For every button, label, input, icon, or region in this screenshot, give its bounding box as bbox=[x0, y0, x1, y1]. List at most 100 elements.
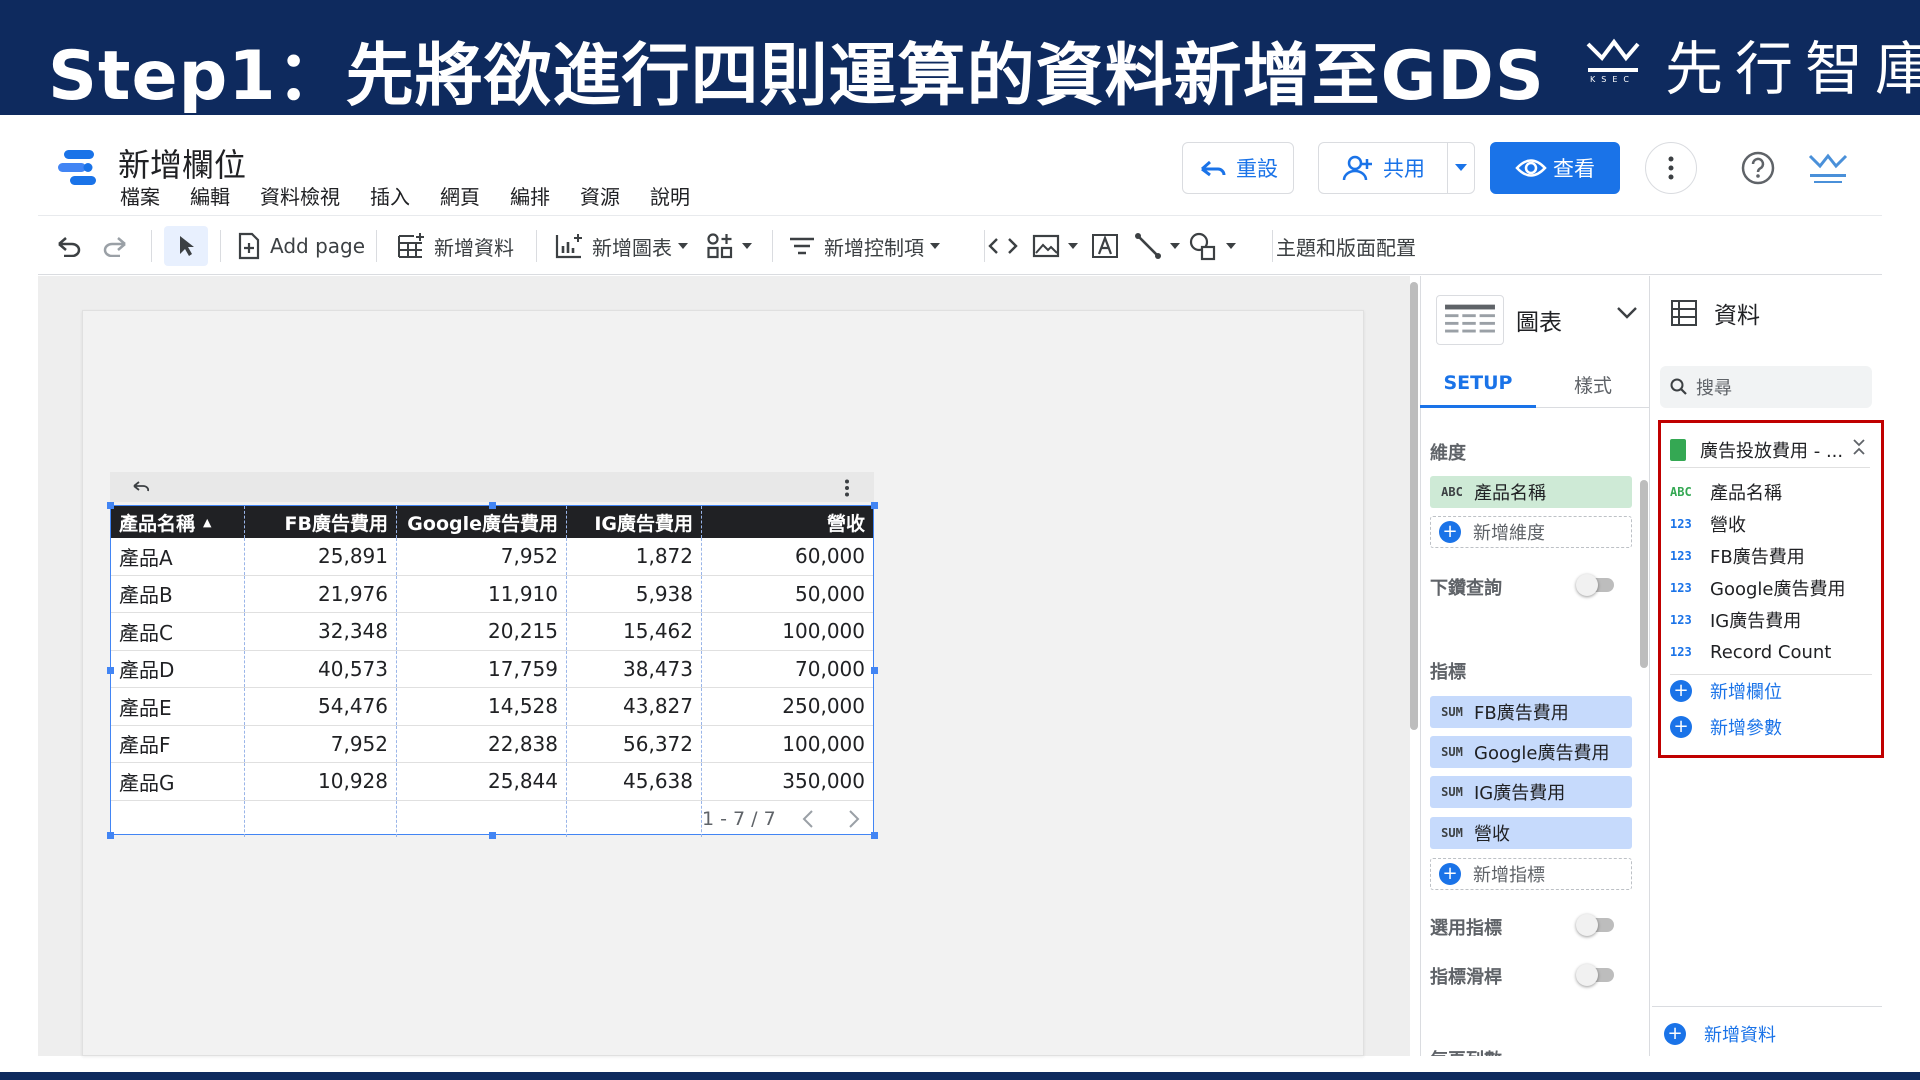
data-table-chart[interactable]: 產品名稱 ▲ FB廣告費用 Google廣告費用 IG廣告費用 營收 產品A 25… bbox=[110, 505, 874, 837]
field-item[interactable]: 123 營收 bbox=[1670, 510, 1746, 538]
collapse-icon[interactable] bbox=[1852, 438, 1866, 456]
add-dimension-button[interactable]: + 新增維度 bbox=[1430, 516, 1632, 548]
field-item[interactable]: 123 Record Count bbox=[1670, 638, 1831, 666]
field-item[interactable]: 123 Google廣告費用 bbox=[1670, 574, 1845, 602]
metric-chip[interactable]: SUM Google廣告費用 bbox=[1430, 736, 1632, 768]
ksec-account-icon[interactable] bbox=[1808, 150, 1848, 186]
menu-help[interactable]: 說明 bbox=[650, 181, 690, 210]
select-tool-button[interactable] bbox=[164, 226, 208, 266]
metric-chip[interactable]: SUM FB廣告費用 bbox=[1430, 696, 1632, 728]
menu-arrange[interactable]: 編排 bbox=[510, 181, 550, 210]
menu-insert[interactable]: 插入 bbox=[370, 181, 410, 210]
menu-view[interactable]: 資料檢視 bbox=[260, 181, 340, 210]
add-data-button[interactable]: 新增資料 bbox=[396, 226, 514, 266]
drill-down-toggle[interactable] bbox=[1576, 574, 1614, 596]
add-metric-button[interactable]: + 新增指標 bbox=[1430, 858, 1632, 890]
column-header-revenue[interactable]: 營收 bbox=[702, 506, 873, 538]
metric-chip[interactable]: SUM IG廣告費用 bbox=[1430, 776, 1632, 808]
redo-button[interactable] bbox=[102, 226, 136, 266]
table-row: 產品B 21,976 11,910 5,938 50,000 bbox=[111, 575, 873, 613]
caret-down-icon bbox=[742, 243, 752, 249]
optional-metrics-toggle[interactable] bbox=[1576, 914, 1614, 936]
resize-handle[interactable] bbox=[107, 667, 114, 674]
reset-button[interactable]: 重設 bbox=[1182, 142, 1294, 194]
undo-arrow-icon bbox=[1201, 160, 1226, 177]
looker-studio-logo-icon bbox=[58, 150, 96, 185]
resize-handle[interactable] bbox=[871, 667, 878, 674]
menu-edit[interactable]: 編輯 bbox=[190, 181, 230, 210]
chart-type-label: 圖表 bbox=[1516, 310, 1562, 336]
field-item[interactable]: 123 FB廣告費用 bbox=[1670, 542, 1805, 570]
add-data-label: 新增資料 bbox=[434, 235, 514, 260]
report-title[interactable]: 新增欄位 bbox=[118, 140, 246, 186]
resize-handle[interactable] bbox=[489, 832, 496, 839]
theme-layout-button[interactable]: 主題和版面配置 bbox=[1276, 226, 1416, 266]
metric-slider-toggle[interactable] bbox=[1576, 964, 1614, 986]
column-header-product[interactable]: 產品名稱 ▲ bbox=[111, 506, 245, 538]
add-data-source-button[interactable]: + 新增資料 bbox=[1664, 1020, 1776, 1048]
number-type-badge: 123 bbox=[1670, 581, 1692, 595]
share-dropdown-button[interactable] bbox=[1447, 142, 1475, 194]
canvas-scrollbar[interactable] bbox=[1410, 282, 1418, 730]
chevron-right-icon[interactable] bbox=[848, 809, 860, 829]
undo-small-icon[interactable] bbox=[132, 480, 150, 494]
column-header-ig-cost[interactable]: IG廣告費用 bbox=[567, 506, 702, 538]
data-source-header[interactable]: 廣告投放費用 - ... bbox=[1670, 432, 1870, 468]
add-page-button[interactable]: Add page bbox=[236, 226, 365, 266]
insert-image-button[interactable] bbox=[1032, 226, 1086, 266]
insert-shape-button[interactable] bbox=[1188, 226, 1244, 266]
undo-button[interactable] bbox=[56, 226, 90, 266]
column-header-fb-cost[interactable]: FB廣告費用 bbox=[245, 506, 397, 538]
editor-toolbar: Add page 新增資料 新增圖表 新增控制項 主題和版面配置 bbox=[38, 215, 1882, 275]
number-type-badge: 123 bbox=[1670, 549, 1692, 563]
field-search[interactable]: 搜尋 bbox=[1660, 366, 1872, 408]
chevron-down-icon[interactable] bbox=[1616, 306, 1638, 320]
number-type-badge: 123 bbox=[1670, 613, 1692, 627]
resize-handle[interactable] bbox=[107, 832, 114, 839]
filter-lines-icon bbox=[790, 237, 814, 255]
table-body: 產品A 25,891 7,952 1,872 60,000 產品B 21,976 11,91… bbox=[111, 538, 873, 801]
metric-chip[interactable]: SUM 營收 bbox=[1430, 817, 1632, 849]
plus-icon: + bbox=[1670, 716, 1692, 738]
table-chart-icon bbox=[1436, 295, 1504, 345]
search-input[interactable]: 搜尋 bbox=[1696, 374, 1732, 400]
plus-icon: + bbox=[1439, 863, 1461, 885]
resize-handle[interactable] bbox=[489, 502, 496, 509]
shapes-icon bbox=[1189, 232, 1216, 261]
resize-handle[interactable] bbox=[871, 502, 878, 509]
add-chart-button[interactable]: 新增圖表 bbox=[554, 226, 696, 266]
add-parameter-button[interactable]: + 新增參數 bbox=[1670, 712, 1782, 742]
tab-style[interactable]: 樣式 bbox=[1536, 360, 1650, 408]
field-item[interactable]: 123 IG廣告費用 bbox=[1670, 606, 1801, 634]
share-label: 共用 bbox=[1383, 157, 1425, 181]
more-options-button[interactable] bbox=[1645, 142, 1697, 194]
embed-code-button[interactable] bbox=[986, 226, 1028, 266]
add-data-table-icon bbox=[398, 233, 424, 258]
menu-resource[interactable]: 資源 bbox=[580, 181, 620, 210]
view-button[interactable]: 查看 bbox=[1490, 142, 1620, 194]
tutorial-banner: Step1：先將欲進行四則運算的資料新增至GDS KSEC 先行智庫 bbox=[0, 0, 1920, 116]
add-control-button[interactable]: 新增控制項 bbox=[788, 226, 948, 266]
share-button[interactable]: 共用 bbox=[1318, 142, 1448, 194]
resize-handle[interactable] bbox=[871, 832, 878, 839]
field-item[interactable]: ABC 產品名稱 bbox=[1670, 478, 1782, 506]
tab-setup[interactable]: SETUP bbox=[1420, 360, 1536, 408]
menu-page[interactable]: 網頁 bbox=[440, 181, 480, 210]
caret-down-icon bbox=[1455, 164, 1467, 171]
panel-scrollbar[interactable] bbox=[1640, 480, 1648, 668]
insert-line-button[interactable] bbox=[1134, 226, 1188, 266]
menu-file[interactable]: 檔案 bbox=[120, 181, 160, 210]
optional-metrics-label: 選用指標 bbox=[1430, 918, 1502, 939]
resize-handle[interactable] bbox=[107, 502, 114, 509]
chevron-left-icon[interactable] bbox=[802, 809, 814, 829]
help-icon[interactable] bbox=[1740, 150, 1776, 186]
dimension-chip[interactable]: ABC 產品名稱 bbox=[1430, 476, 1632, 508]
chart-type-selector[interactable]: 圖表 bbox=[1436, 292, 1636, 348]
table-row: 產品F 7,952 22,838 56,372 100,000 bbox=[111, 725, 873, 763]
insert-text-button[interactable] bbox=[1090, 226, 1128, 266]
add-field-button[interactable]: + 新增欄位 bbox=[1670, 676, 1782, 706]
community-viz-button[interactable] bbox=[706, 226, 760, 266]
column-header-google-cost[interactable]: Google廣告費用 bbox=[397, 506, 567, 538]
rows-per-page-label: 每頁列數 bbox=[1430, 1046, 1502, 1056]
vertical-dots-icon[interactable] bbox=[844, 479, 850, 497]
